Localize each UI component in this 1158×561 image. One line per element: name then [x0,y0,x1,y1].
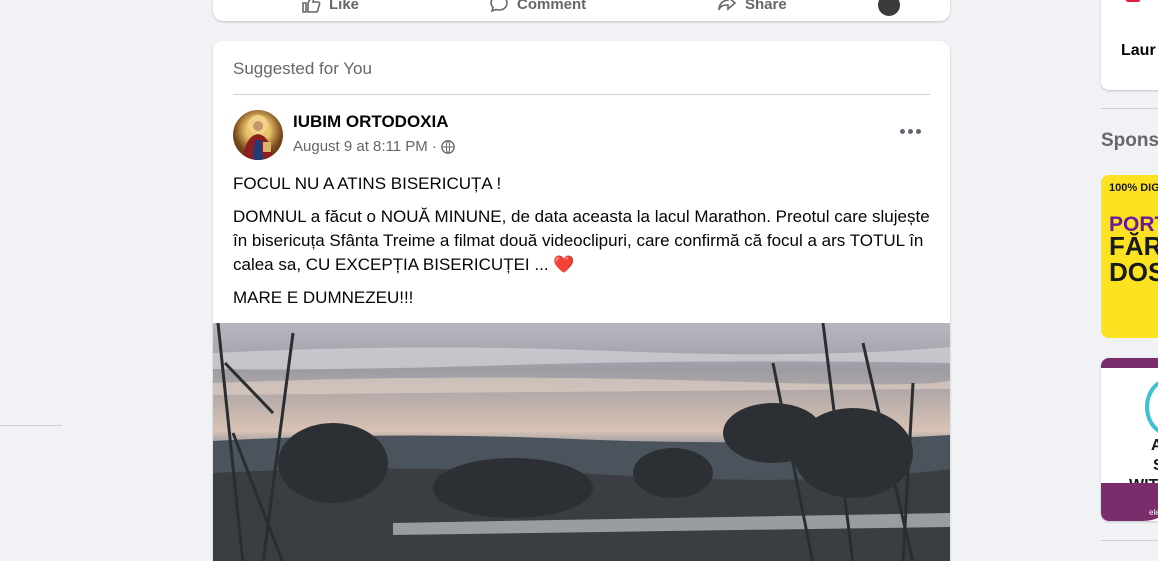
share-icon [718,0,737,11]
dot-icon [899,128,905,134]
more-options-button[interactable] [894,121,926,141]
timestamp-link[interactable]: August 9 at 8:11 PM [293,138,428,155]
comment-button[interactable]: Comment [489,0,586,14]
post-paragraph: DOMNUL a făcut o NOUĂ MINUNE, de data ac… [233,205,933,277]
video-frame [213,323,950,561]
heart-emoji: ❤️ [553,255,575,274]
audience-avatar[interactable] [878,0,900,16]
contact-card[interactable]: Laur [1101,0,1158,90]
comment-icon [490,0,508,13]
post-body: FOCUL NU A ATINS BISERICUȚA ! DOMNUL a f… [233,172,933,319]
page-name-link[interactable]: IUBIM ORTODOXIA [293,112,449,132]
gift-icon [1126,0,1140,2]
ad-text-line: DOS [1109,257,1158,287]
suggested-post-card: Suggested for You IUBIM ORTODOXIA August… [213,41,950,561]
globe-icon[interactable] [440,139,455,154]
post-paragraph-text: DOMNUL a făcut o NOUĂ MINUNE, de data ac… [233,207,930,274]
contact-name: Laur [1121,42,1156,59]
rail-divider [1101,108,1158,109]
previous-post-card: Like Comment Share [213,0,950,21]
sponsored-heading: Spons [1101,130,1158,151]
like-label: Like [329,0,360,13]
ad-text-line: A [1151,437,1158,454]
like-button[interactable]: Like [301,0,359,14]
page-avatar[interactable] [233,110,283,160]
ad-text: 100% DIG [1109,182,1158,194]
dot-icon [915,128,921,134]
post-meta: August 9 at 8:11 PM · [293,138,455,155]
sponsored-ad-1[interactable]: 100% DIG PORTA FĂRĂDOS [1101,175,1158,338]
ad-text: FĂRĂDOS [1109,233,1158,285]
post-paragraph: MARE E DUMNEZEU!!! [233,288,414,307]
ad-ring-icon [1145,378,1158,436]
thumbs-up-icon [302,0,321,13]
share-button[interactable]: Share [717,0,787,14]
share-label: Share [745,0,787,13]
ad-small-text: ele [1149,508,1158,517]
post-paragraph: FOCUL NU A ATINS BISERICUȚA ! [233,174,502,193]
ad-text-line: S [1131,457,1158,474]
suggested-heading: Suggested for You [233,59,372,78]
meta-separator: · [431,138,437,155]
ad-banner-top [1101,358,1158,368]
icon-image [243,115,273,160]
rail-divider [1101,540,1158,541]
dot-icon [907,128,913,134]
sponsored-ad-2[interactable]: A S WITH ele [1101,358,1158,521]
divider [233,94,930,95]
comment-label: Comment [517,0,587,13]
post-video[interactable] [213,323,950,561]
left-sidebar-divider [0,425,62,426]
